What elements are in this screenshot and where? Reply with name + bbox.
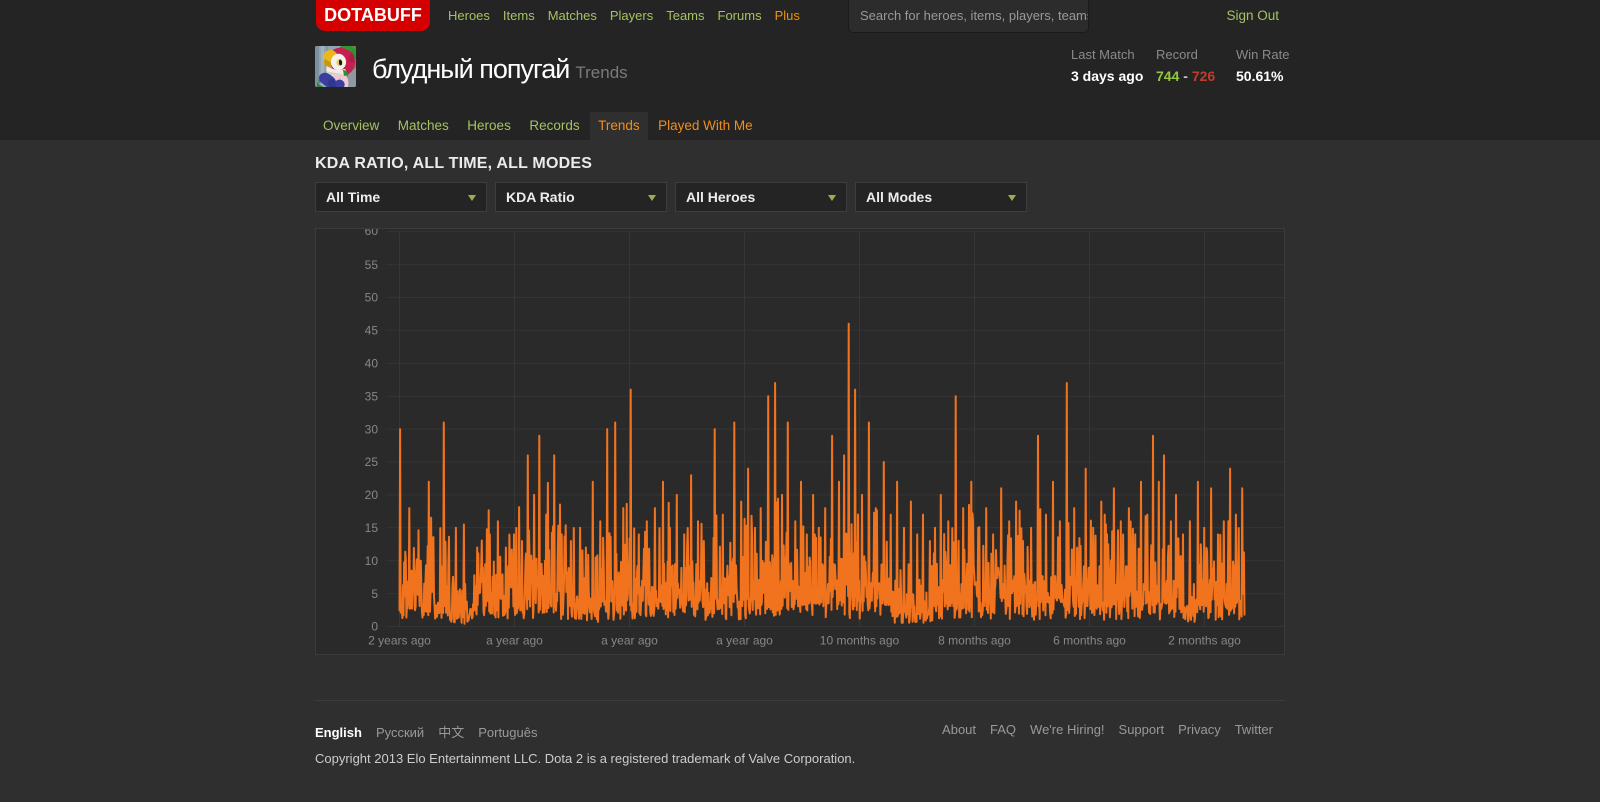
svg-text:40: 40 <box>365 357 379 371</box>
svg-text:25: 25 <box>365 455 379 469</box>
svg-text:2 months ago: 2 months ago <box>1168 634 1241 648</box>
svg-text:a year ago: a year ago <box>716 634 773 648</box>
svg-text:35: 35 <box>365 389 379 403</box>
svg-text:10 months ago: 10 months ago <box>820 634 900 648</box>
svg-text:45: 45 <box>365 324 379 338</box>
svg-text:0: 0 <box>371 620 378 634</box>
svg-text:2 years ago: 2 years ago <box>368 634 431 648</box>
svg-text:a year ago: a year ago <box>486 634 543 648</box>
svg-text:55: 55 <box>365 258 379 272</box>
svg-text:30: 30 <box>365 422 379 436</box>
svg-text:50: 50 <box>365 291 379 305</box>
svg-text:10: 10 <box>365 554 379 568</box>
svg-text:20: 20 <box>365 488 379 502</box>
svg-text:60: 60 <box>365 229 379 238</box>
svg-text:5: 5 <box>371 587 378 601</box>
svg-text:6 months ago: 6 months ago <box>1053 634 1126 648</box>
svg-text:a year ago: a year ago <box>601 634 658 648</box>
svg-text:8 months ago: 8 months ago <box>938 634 1011 648</box>
svg-text:15: 15 <box>365 521 379 535</box>
